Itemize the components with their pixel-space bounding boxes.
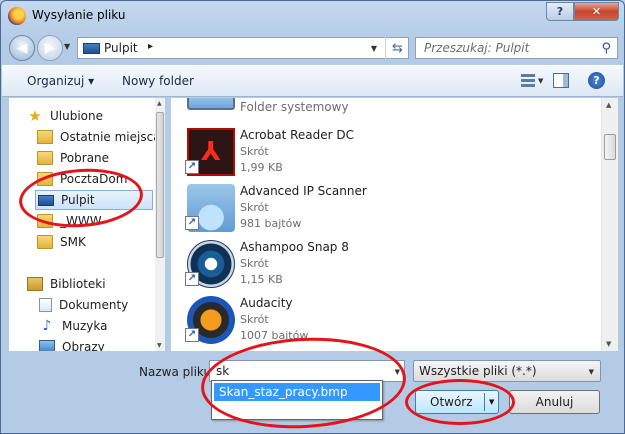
- chevron-down-icon: ▼: [370, 43, 378, 53]
- nav-favorites[interactable]: ★ Ulubione: [27, 106, 165, 126]
- nav-label: Obrazy: [62, 340, 105, 351]
- file-list-scroll-thumb[interactable]: [604, 134, 616, 160]
- nav-label: Dokumenty: [59, 298, 129, 312]
- nav-pictures[interactable]: Obrazy: [39, 337, 165, 351]
- computer-icon: [187, 98, 235, 110]
- forward-button[interactable]: ▶: [37, 35, 63, 61]
- list-item[interactable]: ↗ Ashampoo Snap 8 Skrót 1,15 KB: [185, 238, 605, 292]
- file-size: 1,99 KB: [240, 161, 283, 174]
- help-button[interactable]: ?: [546, 2, 574, 21]
- file-type: Skrót: [240, 201, 269, 214]
- nav-label: Ostatnie miejsca: [60, 130, 161, 144]
- address-dropdown[interactable]: ▼: [365, 37, 383, 59]
- downloads-folder-icon: [37, 151, 53, 165]
- folder-icon: [37, 235, 53, 249]
- nav-scroll-thumb[interactable]: [156, 112, 164, 258]
- file-list: Folder systemowy ⅄ ↗ Acrobat Reader DC S…: [171, 98, 618, 351]
- help-icon[interactable]: ?: [588, 72, 605, 89]
- new-folder-button[interactable]: Nowy folder: [122, 74, 194, 88]
- pictures-icon: [39, 340, 55, 351]
- recent-places-icon: [37, 130, 53, 144]
- list-item[interactable]: ↗ Audacity Skrót 1007 bajtów: [185, 294, 605, 348]
- close-button[interactable]: ✕: [574, 2, 619, 21]
- list-item[interactable]: ⅄ ↗ Acrobat Reader DC Skrót 1,99 KB: [185, 126, 605, 180]
- file-list-scrollbar[interactable]: ▲ ▼: [601, 98, 618, 351]
- search-icon[interactable]: ⚲: [601, 41, 611, 56]
- desktop-icon: [83, 43, 100, 54]
- nav-documents[interactable]: Dokumenty: [39, 295, 165, 315]
- file-name: Audacity: [240, 296, 293, 310]
- shortcut-arrow-icon: ↗: [185, 272, 199, 286]
- shortcut-arrow-icon: ↗: [185, 216, 199, 230]
- preview-pane-icon[interactable]: [553, 73, 569, 88]
- file-name: Advanced IP Scanner: [240, 184, 367, 198]
- refresh-icon: ⇆: [392, 40, 403, 56]
- shortcut-arrow-icon: ↗: [185, 160, 199, 174]
- refresh-button[interactable]: ⇆: [385, 37, 409, 59]
- back-button[interactable]: ◀: [9, 35, 35, 61]
- star-icon: ★: [28, 107, 42, 125]
- breadcrumb-separator[interactable]: ▸: [148, 41, 153, 52]
- organize-button[interactable]: Organizuj ▾: [27, 74, 94, 88]
- address-bar[interactable]: Pulpit ▸: [77, 37, 409, 59]
- arrow-left-icon: ◀: [16, 40, 28, 56]
- highlight-circle-open: [405, 379, 515, 425]
- shortcut-arrow-icon: ↗: [185, 328, 199, 342]
- title-bar: Wysyłanie pliku ? ✕: [1, 1, 624, 31]
- file-name: Folder systemowy: [240, 100, 349, 114]
- nav-label: Muzyka: [62, 319, 108, 333]
- scroll-down-icon[interactable]: ▼: [157, 342, 162, 349]
- file-type: Skrót: [240, 257, 269, 270]
- filter-value: Wszystkie pliki (*.*): [419, 364, 537, 378]
- view-dropdown-icon[interactable]: ▼: [538, 77, 543, 85]
- nav-label: Ulubione: [50, 109, 104, 123]
- file-name: Ashampoo Snap 8: [240, 240, 349, 254]
- arrow-right-icon: ▶: [44, 40, 56, 56]
- file-type-filter[interactable]: Wszystkie pliki (*.*) ▼: [413, 360, 601, 382]
- window-title: Wysyłanie pliku: [32, 8, 126, 22]
- nav-smk[interactable]: SMK: [37, 232, 165, 252]
- file-size: 1,15 KB: [240, 273, 283, 286]
- view-options-icon[interactable]: [521, 74, 535, 88]
- cancel-button[interactable]: Anuluj: [509, 390, 600, 414]
- file-type: Skrót: [240, 313, 269, 326]
- scroll-down-icon[interactable]: ▼: [606, 340, 611, 348]
- chevron-down-icon[interactable]: ▼: [589, 368, 594, 376]
- search-placeholder: Przeszukaj: Pulpit: [424, 41, 530, 55]
- libraries-icon: [27, 277, 43, 291]
- documents-icon: [39, 298, 52, 312]
- file-upload-dialog: Wysyłanie pliku ? ✕ ◀ ▶ ▼ Pulpit ▸ ▼ ⇆ P…: [0, 0, 625, 434]
- nav-music[interactable]: ♪ Muzyka: [39, 316, 165, 336]
- list-item[interactable]: ↗ Advanced IP Scanner Skrót 981 bajtów: [185, 182, 605, 236]
- file-name: Acrobat Reader DC: [240, 128, 354, 142]
- recent-locations-dropdown[interactable]: ▼: [64, 42, 70, 51]
- nav-label: Biblioteki: [50, 277, 106, 291]
- nav-libraries[interactable]: Biblioteki: [27, 274, 165, 294]
- nav-downloads[interactable]: Pobrane: [37, 148, 165, 168]
- nav-label: SMK: [60, 235, 86, 249]
- nav-scrollbar[interactable]: ▲ ▼: [155, 98, 165, 351]
- firefox-icon: [8, 7, 26, 25]
- search-input[interactable]: Przeszukaj: Pulpit ⚲: [415, 37, 618, 59]
- scroll-up-icon[interactable]: ▲: [606, 101, 611, 109]
- nav-label: Pobrane: [60, 151, 110, 165]
- scroll-up-icon[interactable]: ▲: [157, 100, 162, 107]
- music-note-icon: ♪: [42, 318, 52, 334]
- file-size: 981 bajtów: [240, 217, 302, 230]
- file-type: Skrót: [240, 145, 269, 158]
- nav-recent-places[interactable]: Ostatnie miejsca: [37, 127, 165, 147]
- command-bar: Organizuj ▾ Nowy folder ▼ ?: [2, 65, 623, 97]
- address-location[interactable]: Pulpit: [104, 41, 138, 55]
